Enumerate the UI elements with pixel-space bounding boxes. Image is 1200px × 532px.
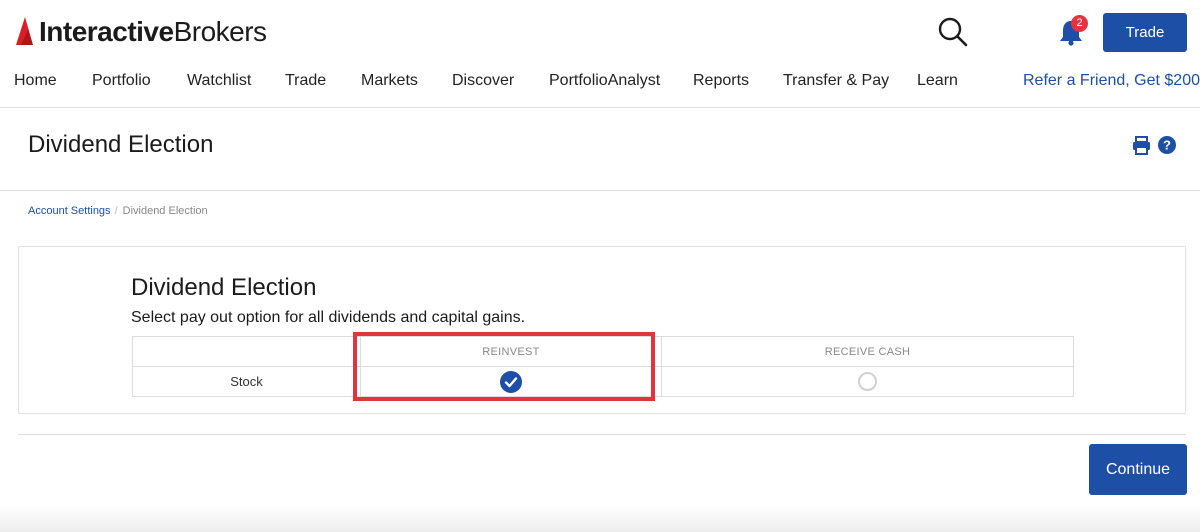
row-label-stock: Stock bbox=[132, 366, 361, 397]
nav-item-transfer-pay[interactable]: Transfer & Pay bbox=[783, 68, 889, 94]
logo-text: InteractiveBrokers bbox=[39, 16, 267, 47]
receive-cash-radio[interactable] bbox=[858, 372, 877, 391]
checkmark-icon bbox=[504, 376, 518, 387]
table-row: Stock bbox=[132, 366, 1074, 397]
dividend-election-table: REINVEST RECEIVE CASH Stock bbox=[132, 336, 1074, 397]
footer-divider bbox=[18, 434, 1186, 435]
header-divider bbox=[0, 190, 1200, 191]
print-icon[interactable] bbox=[1132, 136, 1151, 155]
section-title: Dividend Election bbox=[131, 274, 317, 301]
nav-item-trade[interactable]: Trade bbox=[285, 68, 326, 94]
table-header-row: REINVEST RECEIVE CASH bbox=[132, 336, 1074, 367]
nav-item-discover[interactable]: Discover bbox=[452, 68, 514, 94]
notification-badge: 2 bbox=[1071, 15, 1088, 32]
nav-item-markets[interactable]: Markets bbox=[361, 68, 418, 94]
nav-item-portfolio[interactable]: Portfolio bbox=[92, 68, 151, 94]
column-header-empty bbox=[132, 336, 361, 367]
breadcrumb-account-settings[interactable]: Account Settings bbox=[28, 205, 111, 217]
reinvest-radio-checked[interactable] bbox=[500, 370, 522, 393]
continue-button[interactable]: Continue bbox=[1089, 444, 1187, 495]
main-nav: Home Portfolio Watchlist Trade Markets D… bbox=[0, 68, 1200, 94]
column-header-receive-cash: RECEIVE CASH bbox=[661, 336, 1074, 367]
nav-item-watchlist[interactable]: Watchlist bbox=[187, 68, 251, 94]
page-title: Dividend Election bbox=[28, 131, 214, 158]
refer-a-friend-link[interactable]: Refer a Friend, Get $200 bbox=[1023, 68, 1200, 94]
interactive-brokers-logo[interactable]: InteractiveBrokers bbox=[14, 14, 267, 50]
nav-item-reports[interactable]: Reports bbox=[693, 68, 749, 94]
bottom-shadow bbox=[0, 505, 1200, 532]
breadcrumb-current: Dividend Election bbox=[122, 205, 208, 217]
receive-cash-cell bbox=[661, 366, 1074, 397]
trade-button[interactable]: Trade bbox=[1103, 13, 1187, 52]
nav-item-portfolioanalyst[interactable]: PortfolioAnalyst bbox=[549, 68, 660, 94]
breadcrumb-separator: / bbox=[114, 205, 118, 217]
reinvest-cell bbox=[360, 366, 662, 397]
svg-text:?: ? bbox=[1163, 138, 1171, 153]
search-icon[interactable] bbox=[937, 16, 969, 48]
logo-flame-icon bbox=[16, 17, 33, 45]
nav-item-home[interactable]: Home bbox=[14, 68, 57, 94]
top-navigation-bar: InteractiveBrokers 2 Trade Home Portfoli… bbox=[0, 0, 1200, 108]
section-subtitle: Select pay out option for all dividends … bbox=[131, 309, 526, 326]
breadcrumb: Account Settings / Dividend Election bbox=[28, 205, 208, 217]
nav-item-learn[interactable]: Learn bbox=[917, 68, 958, 94]
help-icon[interactable]: ? bbox=[1158, 136, 1176, 154]
column-header-reinvest: REINVEST bbox=[360, 336, 662, 367]
